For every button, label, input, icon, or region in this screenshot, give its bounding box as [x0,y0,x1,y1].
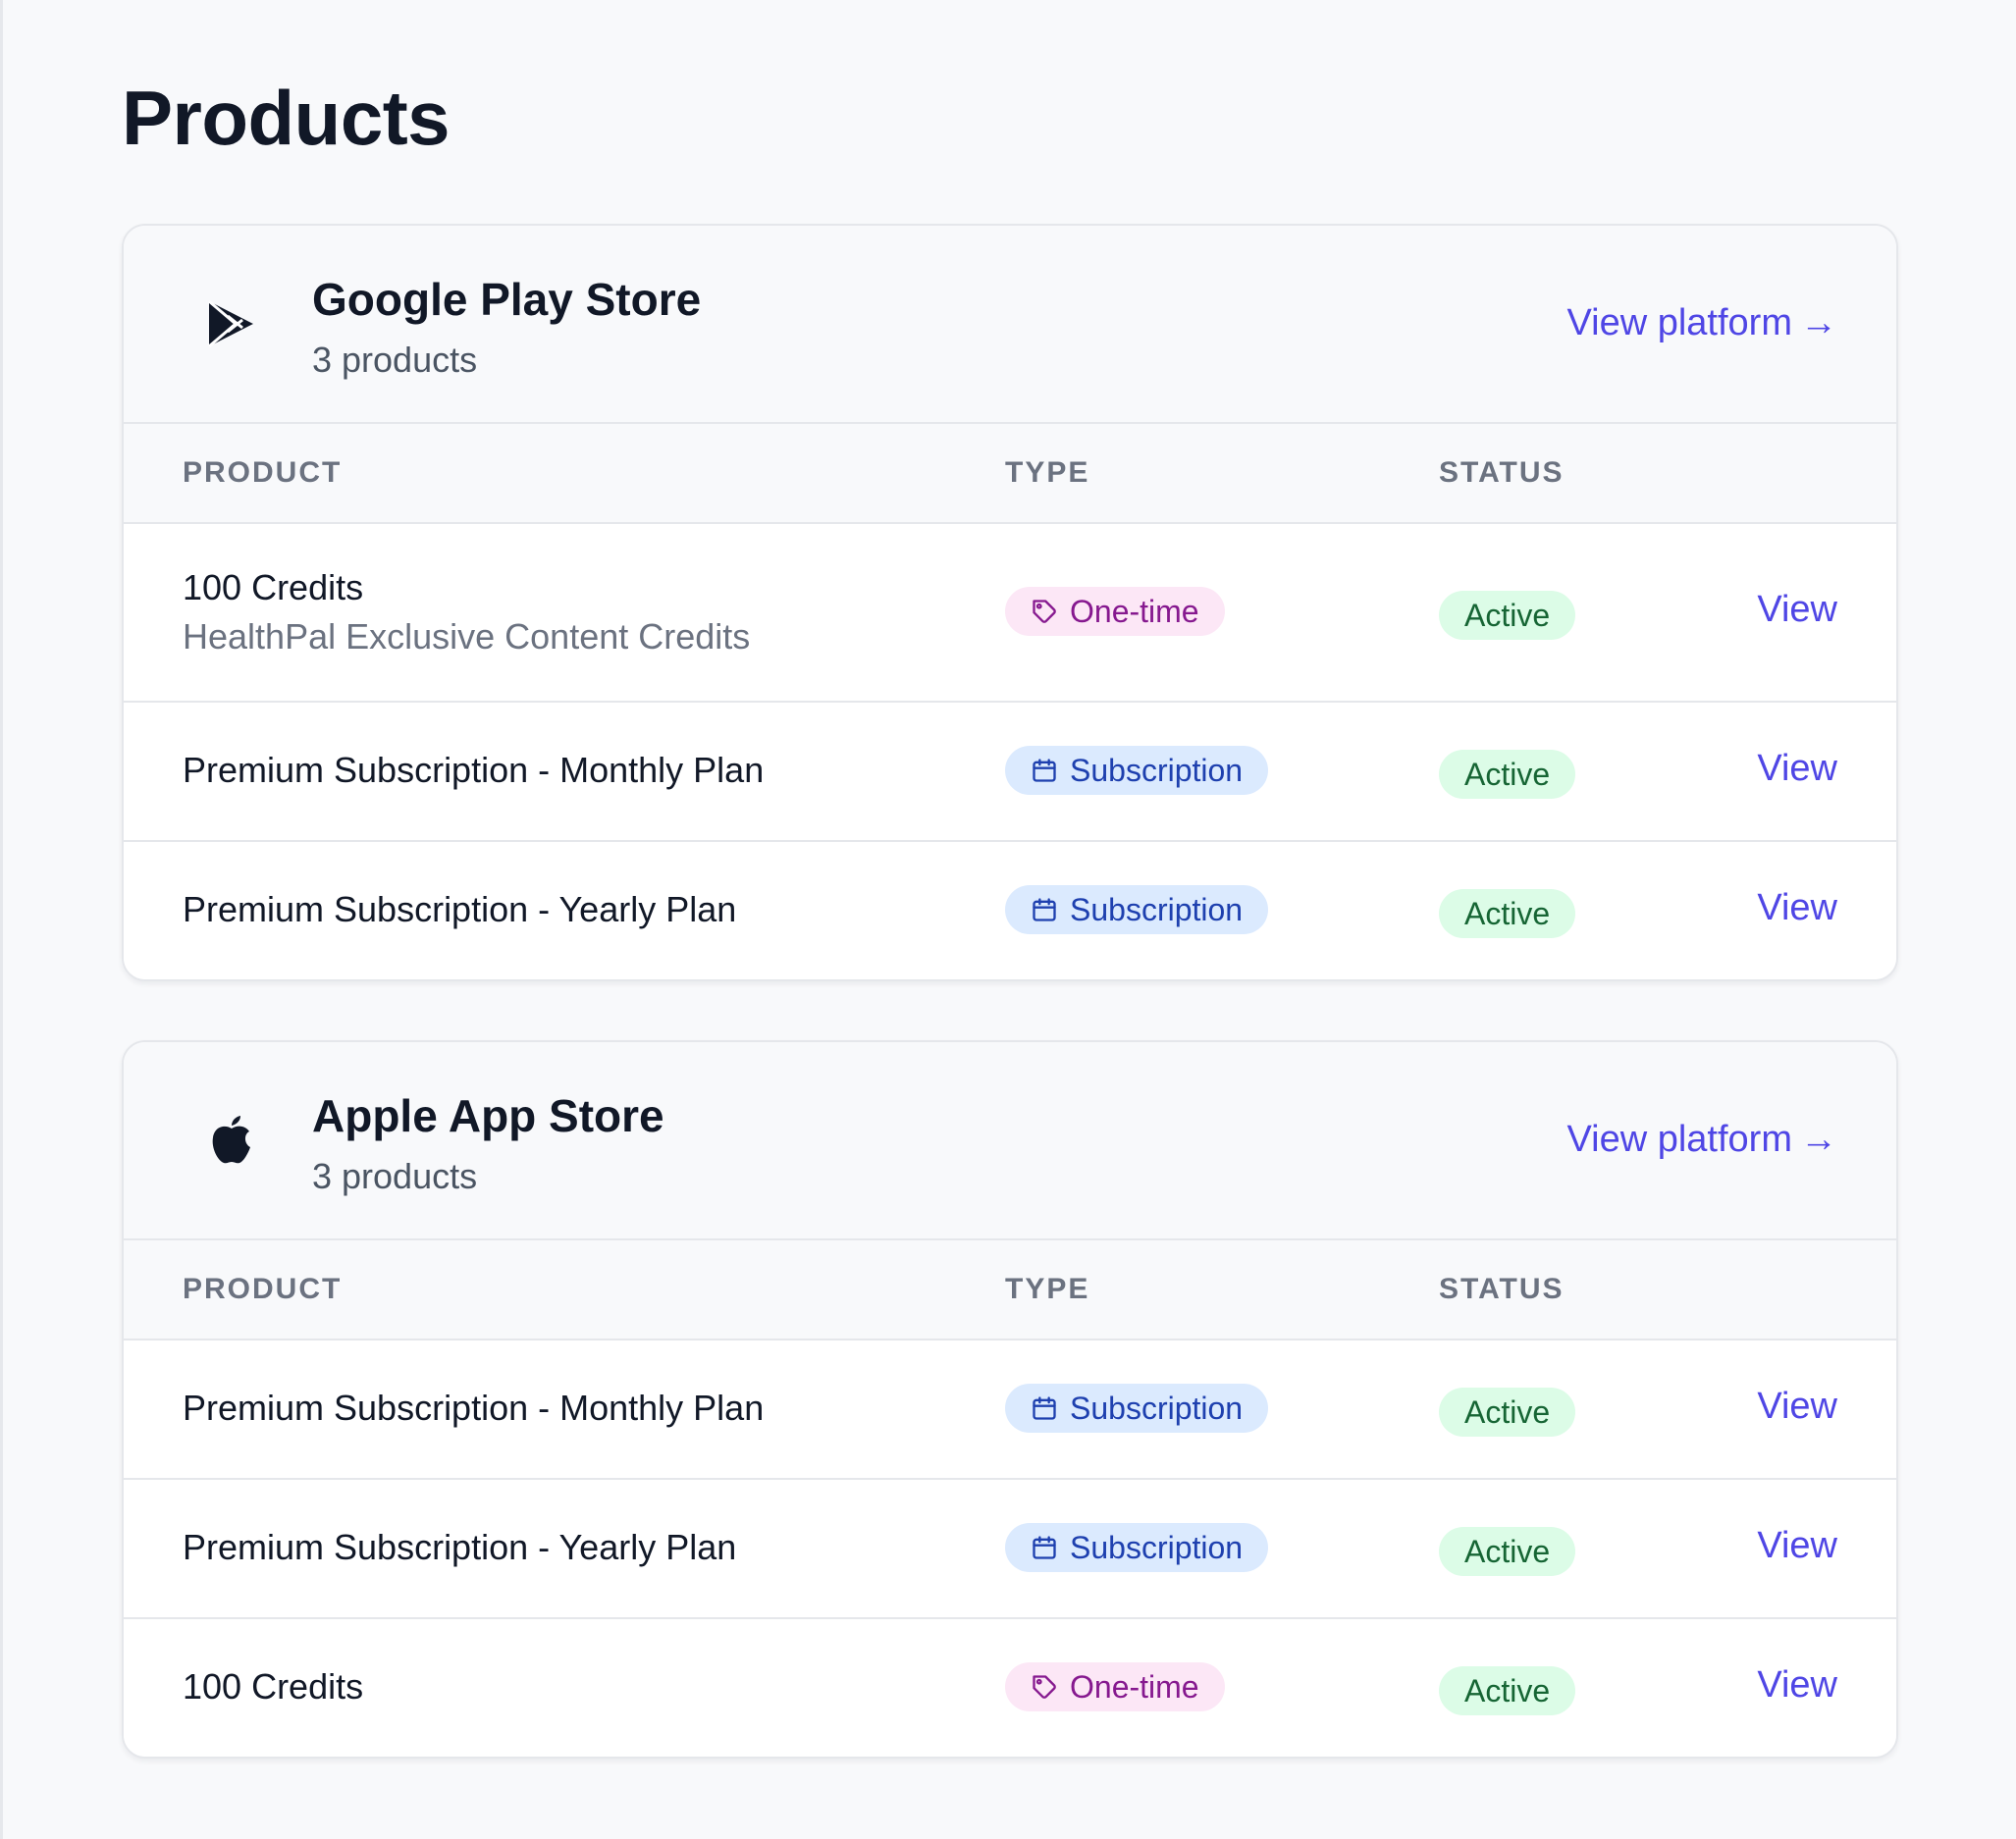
column-header-type: TYPE [1005,1273,1090,1305]
product-name: Premium Subscription - Monthly Plan [183,750,765,790]
type-badge-one-time: One-time [1005,1662,1225,1711]
status-badge: Active [1439,889,1576,938]
left-divider [0,0,3,1839]
type-badge-subscription: Subscription [1005,1523,1269,1572]
table-row: 100 Credits HealthPal Exclusive Content … [124,524,1896,703]
product-name: Premium Subscription - Yearly Plan [183,889,737,929]
platform-name: Apple App Store [312,1090,664,1141]
table-row: Premium Subscription - Yearly Plan Subsc… [124,842,1896,979]
platform-card-google-play: Google Play Store 3 products View platfo… [122,224,1898,981]
view-product-link[interactable]: View [1757,748,1837,790]
product-name: Premium Subscription - Yearly Plan [183,1527,737,1567]
column-header-type: TYPE [1005,456,1090,489]
table-row: Premium Subscription - Monthly Plan Subs… [124,703,1896,842]
type-badge-subscription: Subscription [1005,885,1269,934]
status-badge: Active [1439,1388,1576,1437]
type-badge-one-time: One-time [1005,587,1225,636]
view-product-link[interactable]: View [1757,589,1837,631]
calendar-icon [1033,1396,1056,1420]
column-header-status: STATUS [1439,456,1565,489]
type-label: Subscription [1070,752,1244,788]
calendar-icon [1033,898,1056,921]
view-platform-link[interactable]: View platform → [1566,1119,1837,1161]
calendar-icon [1033,1536,1056,1559]
apple-icon [202,1111,261,1170]
view-product-link[interactable]: View [1757,1386,1837,1428]
table-row: Premium Subscription - Yearly Plan Subsc… [124,1480,1896,1619]
calendar-icon [1033,759,1056,782]
page-title: Products [122,75,451,161]
platform-product-count: 3 products [312,1156,478,1196]
type-badge-subscription: Subscription [1005,746,1269,795]
table-header: PRODUCT TYPE STATUS [124,424,1896,524]
column-header-product: PRODUCT [183,456,343,489]
type-badge-subscription: Subscription [1005,1384,1269,1433]
google-play-icon [202,294,261,353]
tag-icon [1033,600,1056,623]
status-badge: Active [1439,1527,1576,1576]
column-header-product: PRODUCT [183,1273,343,1305]
table-header: PRODUCT TYPE STATUS [124,1240,1896,1340]
platform-product-count: 3 products [312,340,478,380]
status-badge: Active [1439,591,1576,640]
status-badge: Active [1439,750,1576,799]
platform-header: Google Play Store 3 products View platfo… [124,226,1896,424]
table-row: 100 Credits One-time Active View [124,1619,1896,1757]
product-name: Premium Subscription - Monthly Plan [183,1388,765,1428]
platform-name: Google Play Store [312,274,702,325]
platform-header: Apple App Store 3 products View platform… [124,1042,1896,1240]
arrow-right-icon: → [1800,1119,1837,1160]
product-name: 100 Credits [183,567,364,607]
type-label: Subscription [1070,891,1244,927]
product-description: HealthPal Exclusive Content Credits [183,616,751,657]
view-platform-link[interactable]: View platform → [1566,302,1837,344]
type-label: One-time [1070,1668,1199,1705]
tag-icon [1033,1675,1056,1699]
view-product-link[interactable]: View [1757,1664,1837,1707]
status-badge: Active [1439,1666,1576,1715]
product-name: 100 Credits [183,1666,364,1707]
table-row: Premium Subscription - Monthly Plan Subs… [124,1340,1896,1480]
type-label: Subscription [1070,1390,1244,1426]
arrow-right-icon: → [1800,302,1837,343]
view-product-link[interactable]: View [1757,1525,1837,1567]
type-label: One-time [1070,593,1199,629]
view-platform-label: View platform [1566,302,1792,343]
platform-card-apple-app-store: Apple App Store 3 products View platform… [122,1040,1898,1759]
view-platform-label: View platform [1566,1119,1792,1160]
type-label: Subscription [1070,1529,1244,1565]
view-product-link[interactable]: View [1757,887,1837,929]
column-header-status: STATUS [1439,1273,1565,1305]
